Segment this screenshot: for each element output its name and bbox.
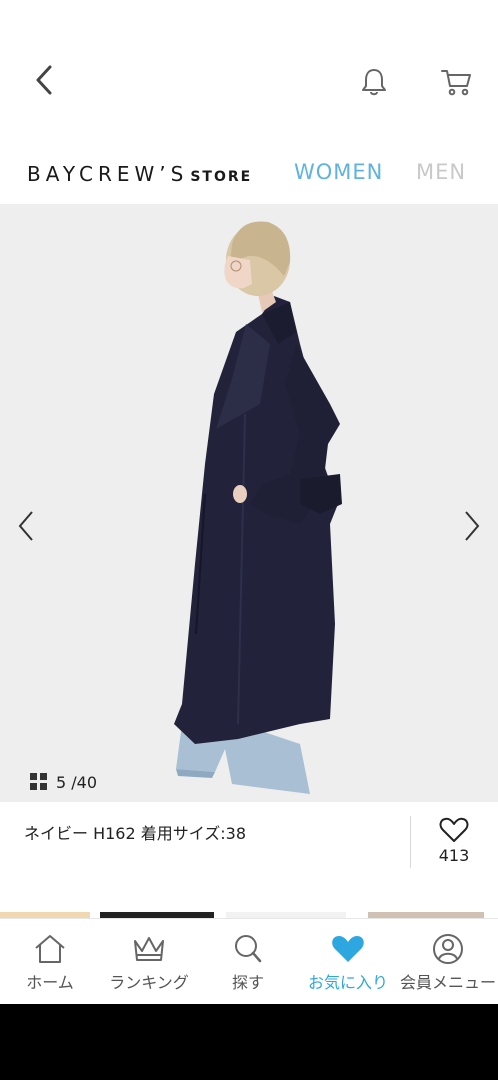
brand-bar: BAYCREW’S STORE WOMEN MEN [0, 150, 498, 196]
product-info-row: ネイビー H162 着用サイズ:38 413 [0, 802, 498, 912]
chevron-right-icon [465, 511, 480, 541]
home-icon [35, 935, 65, 963]
logo-sub-text: STORE [190, 169, 253, 185]
logo-main-text: BAYCREW’S [27, 162, 189, 186]
cart-icon [441, 70, 471, 96]
nav-ranking[interactable]: ランキング [99, 919, 199, 1005]
previous-image-button[interactable] [12, 504, 42, 548]
tab-men[interactable]: MEN [416, 160, 466, 184]
image-counter[interactable]: 5 /40 [30, 770, 97, 794]
favorite-count: 413 [438, 846, 470, 865]
bottom-navigation: ホーム ランキング 探す お気に入り 会員メニュー [0, 918, 498, 1005]
nav-member-menu[interactable]: 会員メニュー [398, 919, 498, 1005]
back-button[interactable] [24, 60, 64, 100]
system-navigation-bar [0, 1004, 498, 1080]
product-image-gallery[interactable]: 5 /40 [0, 204, 498, 802]
image-counter-text: 5 /40 [56, 772, 98, 792]
user-icon [433, 934, 463, 964]
chevron-left-icon [36, 65, 52, 95]
search-icon [235, 935, 262, 963]
next-image-button[interactable] [456, 504, 486, 548]
notification-button[interactable] [354, 62, 394, 102]
nav-favorites[interactable]: お気に入り [298, 919, 398, 1005]
bell-icon [362, 69, 386, 96]
store-logo[interactable]: BAYCREW’S STORE [27, 162, 252, 186]
product-photo [0, 204, 498, 802]
cart-button[interactable] [434, 62, 478, 102]
divider [410, 816, 411, 868]
nav-home[interactable]: ホーム [0, 919, 100, 1005]
nav-member-menu-label: 会員メニュー [399, 973, 496, 992]
chevron-left-icon [18, 511, 33, 541]
grid-icon [30, 773, 47, 790]
crown-icon [134, 937, 164, 961]
heart-outline-icon [439, 817, 469, 842]
tab-women[interactable]: WOMEN [294, 160, 383, 184]
nav-search[interactable]: 探す [198, 919, 298, 1005]
heart-icon [332, 936, 364, 962]
favorite-button[interactable]: 413 [424, 814, 484, 874]
color-size-info: ネイビー H162 着用サイズ:38 [24, 824, 247, 843]
